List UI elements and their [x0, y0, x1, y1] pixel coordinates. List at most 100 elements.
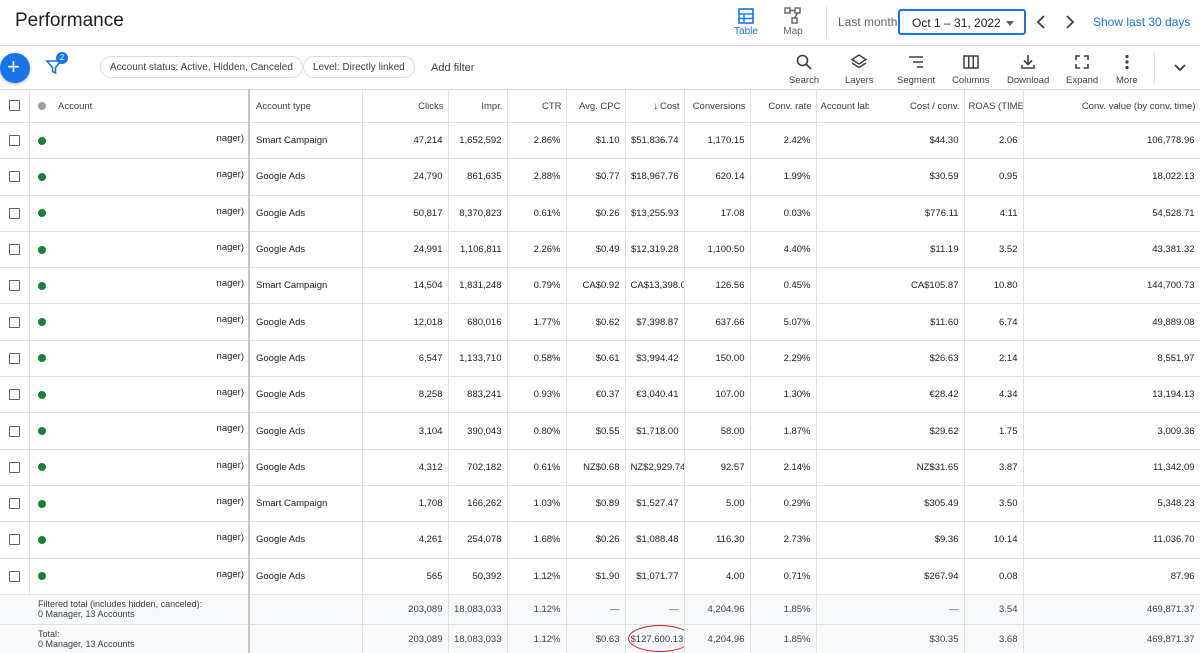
- row-checkbox[interactable]: [9, 352, 20, 364]
- account-type-header[interactable]: Account type: [249, 89, 363, 123]
- account-type-cell: Google Ads: [249, 303, 363, 341]
- layers-label: Layers: [845, 75, 874, 86]
- row-checkbox[interactable]: [9, 461, 20, 473]
- account-labels-cell: [816, 558, 869, 595]
- table-row[interactable]: nager) Google Ads 4,261 254,078 1.68% $0.26 $1…: [0, 521, 1200, 559]
- conv-rate-cell: 5.07%: [750, 303, 817, 341]
- account-name-cell[interactable]: nager): [54, 412, 250, 450]
- table-row[interactable]: nager) Smart Campaign 1,708 166,262 1.03% $0.…: [0, 485, 1200, 523]
- filtered-total-conv-rate: 1.85%: [750, 594, 817, 625]
- select-all-checkbox[interactable]: [9, 100, 20, 112]
- more-label: More: [1116, 75, 1138, 86]
- add-button[interactable]: +: [0, 53, 30, 83]
- table-row[interactable]: nager) Google Ads 50,817 8,370,823 0.61% $0.2…: [0, 195, 1200, 232]
- conv-value-header[interactable]: Conv. value (by conv. time): [1023, 89, 1200, 123]
- cost-header[interactable]: ↓ Cost: [625, 89, 685, 123]
- chevron-left-icon[interactable]: [1033, 12, 1049, 32]
- account-type-cell: Google Ads: [249, 521, 363, 559]
- row-checkbox[interactable]: [9, 135, 20, 147]
- clicks-header[interactable]: Clicks: [362, 89, 449, 123]
- table-row[interactable]: nager) Google Ads 565 50,392 1.12% $1.90 $1,07…: [0, 558, 1200, 595]
- row-checkbox[interactable]: [9, 207, 20, 219]
- table-row[interactable]: nager) Smart Campaign 14,504 1,831,248 0.79%…: [0, 267, 1200, 305]
- total-label-line1: Total:: [38, 629, 60, 640]
- account-name-cell[interactable]: nager): [54, 485, 250, 523]
- table-view-button[interactable]: Table: [724, 6, 768, 37]
- date-range-picker[interactable]: Oct 1 – 31, 2022: [898, 9, 1026, 35]
- roas-header[interactable]: ROAS (TIME): [964, 89, 1024, 123]
- ctr-cell: 0.61%: [507, 195, 567, 232]
- account-name-cell[interactable]: nager): [54, 340, 250, 378]
- columns-button[interactable]: Columns: [952, 53, 990, 86]
- roas-cell: 10.80: [964, 267, 1024, 305]
- filtered-total-labels-cell: [816, 594, 869, 625]
- account-name-cell[interactable]: nager): [54, 558, 250, 595]
- account-name-cell[interactable]: nager): [54, 122, 250, 160]
- account-name-cell[interactable]: nager): [54, 303, 250, 341]
- account-type-cell: Google Ads: [249, 340, 363, 378]
- avg-cpc-cell: $0.62: [566, 303, 626, 341]
- show-last-30-days-link[interactable]: Show last 30 days: [1093, 15, 1190, 29]
- cost-conv-header[interactable]: Cost / conv.: [869, 89, 965, 123]
- account-name-cell[interactable]: nager): [54, 449, 250, 486]
- download-button[interactable]: Download: [1007, 53, 1049, 86]
- status-enabled-dot-icon: [37, 572, 46, 581]
- account-labels-header[interactable]: Account labels: [816, 89, 869, 123]
- table-row[interactable]: nager) Google Ads 12,018 680,016 1.77% $0.62 $…: [0, 303, 1200, 341]
- table-row[interactable]: nager) Google Ads 24,991 1,106,811 2.26% $0.4…: [0, 231, 1200, 269]
- filtered-total-conversions: 4,204.96: [684, 594, 751, 625]
- conversions-header[interactable]: Conversions: [684, 89, 751, 123]
- table-row[interactable]: nager) Google Ads 3,104 390,043 0.80% $0.55 $1…: [0, 412, 1200, 450]
- table-row[interactable]: nager) Google Ads 6,547 1,133,710 0.58% $0.61…: [0, 340, 1200, 378]
- chevron-down-icon[interactable]: [1172, 61, 1188, 75]
- conv-rate-cell: 4.40%: [750, 231, 817, 269]
- table-body: nager) Smart Campaign 47,214 1,652,592 2.86%…: [0, 122, 1200, 653]
- map-view-button[interactable]: Map: [771, 6, 815, 37]
- conv-rate-header[interactable]: Conv. rate: [750, 89, 817, 123]
- chevron-right-icon[interactable]: [1062, 12, 1078, 32]
- account-name-cell[interactable]: nager): [54, 158, 250, 196]
- row-checkbox[interactable]: [9, 570, 20, 582]
- account-name-suffix: nager): [216, 568, 244, 580]
- add-filter-button[interactable]: Add filter: [431, 62, 474, 74]
- account-name-cell[interactable]: nager): [54, 376, 250, 414]
- account-type-cell: Google Ads: [249, 231, 363, 269]
- account-name-cell[interactable]: nager): [54, 267, 250, 305]
- conv-rate-cell: 0.03%: [750, 195, 817, 232]
- account-status-filter-chip[interactable]: Account status: Active, Hidden, Canceled: [100, 56, 303, 78]
- row-checkbox[interactable]: [9, 244, 20, 256]
- roas-cell: 3.52: [964, 231, 1024, 269]
- account-name-cell[interactable]: nager): [54, 231, 250, 269]
- row-checkbox[interactable]: [9, 316, 20, 328]
- row-checkbox[interactable]: [9, 498, 20, 510]
- account-name-cell[interactable]: nager): [54, 521, 250, 559]
- row-checkbox[interactable]: [9, 534, 20, 546]
- more-button[interactable]: More: [1116, 53, 1138, 86]
- search-button[interactable]: Search: [789, 53, 819, 86]
- total-clicks: 203,089: [362, 624, 449, 653]
- expand-button[interactable]: Expand: [1066, 53, 1098, 86]
- table-row[interactable]: nager) Smart Campaign 47,214 1,652,592 2.86%…: [0, 122, 1200, 160]
- row-checkbox[interactable]: [9, 171, 20, 183]
- impr-header[interactable]: Impr.: [448, 89, 508, 123]
- table-row[interactable]: nager) Google Ads 24,790 861,635 2.88% $0.77 $…: [0, 158, 1200, 196]
- avg-cpc-cell: NZ$0.68: [566, 449, 626, 486]
- avg-cpc-header[interactable]: Avg. CPC: [566, 89, 626, 123]
- level-filter-chip[interactable]: Level: Directly linked: [303, 56, 415, 78]
- row-checkbox[interactable]: [9, 425, 20, 437]
- account-header[interactable]: Account: [54, 89, 250, 123]
- row-status-cell: [29, 195, 54, 232]
- account-name-cell[interactable]: nager): [54, 195, 250, 232]
- filtered-total-ctr: 1.12%: [507, 594, 567, 625]
- table-row[interactable]: nager) Google Ads 8,258 883,241 0.93% €0.37 €3…: [0, 376, 1200, 414]
- ctr-header[interactable]: CTR: [507, 89, 567, 123]
- segment-button[interactable]: Segment: [897, 53, 935, 86]
- expand-label: Expand: [1066, 75, 1099, 86]
- table-row[interactable]: nager) Google Ads 4,312 702,182 0.61% NZ$0.68…: [0, 449, 1200, 486]
- cost-conv-cell: $776.11: [869, 195, 965, 232]
- layers-button[interactable]: Layers: [845, 53, 874, 86]
- row-checkbox[interactable]: [9, 389, 20, 401]
- ctr-cell: 0.93%: [507, 376, 567, 414]
- impr-cell: 390,043: [448, 412, 508, 450]
- row-checkbox[interactable]: [9, 280, 20, 292]
